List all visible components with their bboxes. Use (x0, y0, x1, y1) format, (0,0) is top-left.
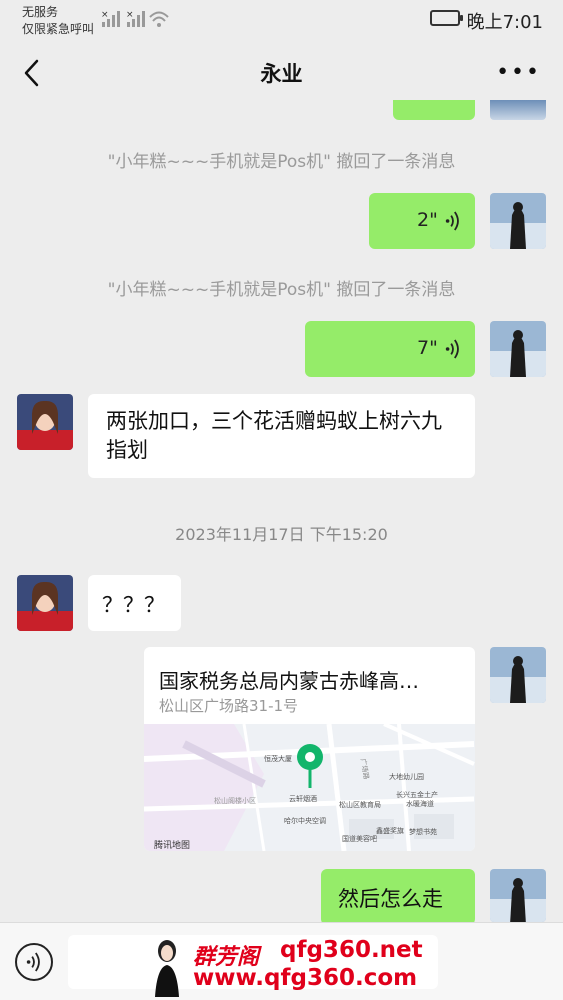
more-dots-icon[interactable]: ••• (496, 60, 541, 85)
voice-duration: 7" (417, 337, 438, 359)
self-avatar[interactable] (490, 647, 546, 703)
location-address: 松山区广场路31-1号 (159, 697, 299, 715)
avatar-image (490, 193, 546, 249)
watermark-figure-icon (155, 940, 179, 997)
map-label: 松山区教育局 (339, 801, 381, 809)
map-label: 哈尔中央空调 (284, 817, 326, 825)
contact-avatar[interactable] (17, 394, 73, 450)
text-message[interactable]: 然后怎么走 (321, 869, 475, 925)
map-provider-label: 腾讯地图 (154, 841, 191, 851)
map-label: 水暖海道 (406, 800, 434, 808)
network-status: 无服务 (22, 5, 59, 19)
map-label: 国道美容吧 (342, 835, 377, 843)
avatar-image (17, 575, 73, 631)
message-text: ？？？ (102, 593, 165, 617)
svg-text:×: × (126, 10, 134, 20)
watermark-domain: www.qfg360.com (193, 965, 418, 991)
battery-icon (430, 10, 463, 26)
location-title: 国家税务总局内蒙古赤峰高… (159, 669, 419, 693)
self-avatar[interactable] (490, 321, 546, 377)
voice-wave-icon (445, 211, 459, 231)
map-label: 大地幼儿园 (389, 773, 424, 781)
self-avatar[interactable] (490, 100, 546, 120)
map-label: 梦想书苑 (409, 828, 437, 836)
recall-notice: "小年糕~~~手机就是Pos机" 撤回了一条消息 (107, 152, 456, 172)
avatar-image (17, 394, 73, 450)
message-text: 然后怎么走 (338, 887, 443, 911)
map-label: 云轩烟酒 (289, 795, 317, 803)
avatar-image (490, 647, 546, 703)
avatar-image (490, 869, 546, 922)
voice-duration: 2" (417, 209, 438, 231)
watermark-domain: qfg360.net (280, 937, 423, 963)
map-label: 鑫盛奖旗 (376, 827, 404, 835)
voice-message[interactable]: 7" (305, 321, 475, 377)
text-message[interactable]: 两张加口，三个花活赠蚂蚁上树六九指划 (88, 394, 475, 478)
voice-wave-icon (445, 339, 459, 359)
voice-message[interactable]: 2" (369, 193, 475, 249)
location-pin-icon (297, 744, 323, 788)
message-timestamp: 2023年11月17日 下午15:20 (175, 525, 388, 544)
status-bar: 无服务 仅限紧急呼叫 × × 晚上7:01 (0, 0, 563, 44)
text-message[interactable]: ？？？ (88, 575, 181, 631)
recall-notice: "小年糕~~~手机就是Pos机" 撤回了一条消息 (107, 280, 456, 300)
avatar-image (490, 321, 546, 377)
map-preview[interactable]: 大地幼儿园 恒茂大厦 云轩烟酒 松山区教育局 长兴五金土产 水暖海道 松山阁楼小… (144, 724, 475, 851)
self-avatar[interactable] (490, 193, 546, 249)
map-label: 恒茂大厦 (264, 755, 292, 763)
message-text: 两张加口，三个花活赠蚂蚁上树六九指划 (106, 409, 442, 462)
voice-icon (26, 952, 40, 972)
svg-text:×: × (101, 10, 109, 20)
emergency-call-status: 仅限紧急呼叫 (22, 22, 95, 36)
site-watermark: 群芳阁 qfg360.net www.qfg360.com (145, 935, 435, 997)
voice-input-button[interactable] (15, 943, 53, 981)
contact-avatar[interactable] (17, 575, 73, 631)
signal-icon: × × (101, 10, 169, 27)
location-card[interactable]: 国家税务总局内蒙古赤峰高… 松山区广场路31-1号 大地幼儿园 恒茂大厦 云轩烟… (144, 647, 475, 851)
map-label: 松山阁楼小区 (214, 797, 256, 805)
message-bubble-partial[interactable] (393, 100, 475, 120)
clock: 晚上7:01 (466, 12, 543, 33)
chat-header: 永业 ••• (0, 44, 563, 106)
self-avatar[interactable] (490, 869, 546, 922)
chat-title: 永业 (260, 62, 303, 86)
